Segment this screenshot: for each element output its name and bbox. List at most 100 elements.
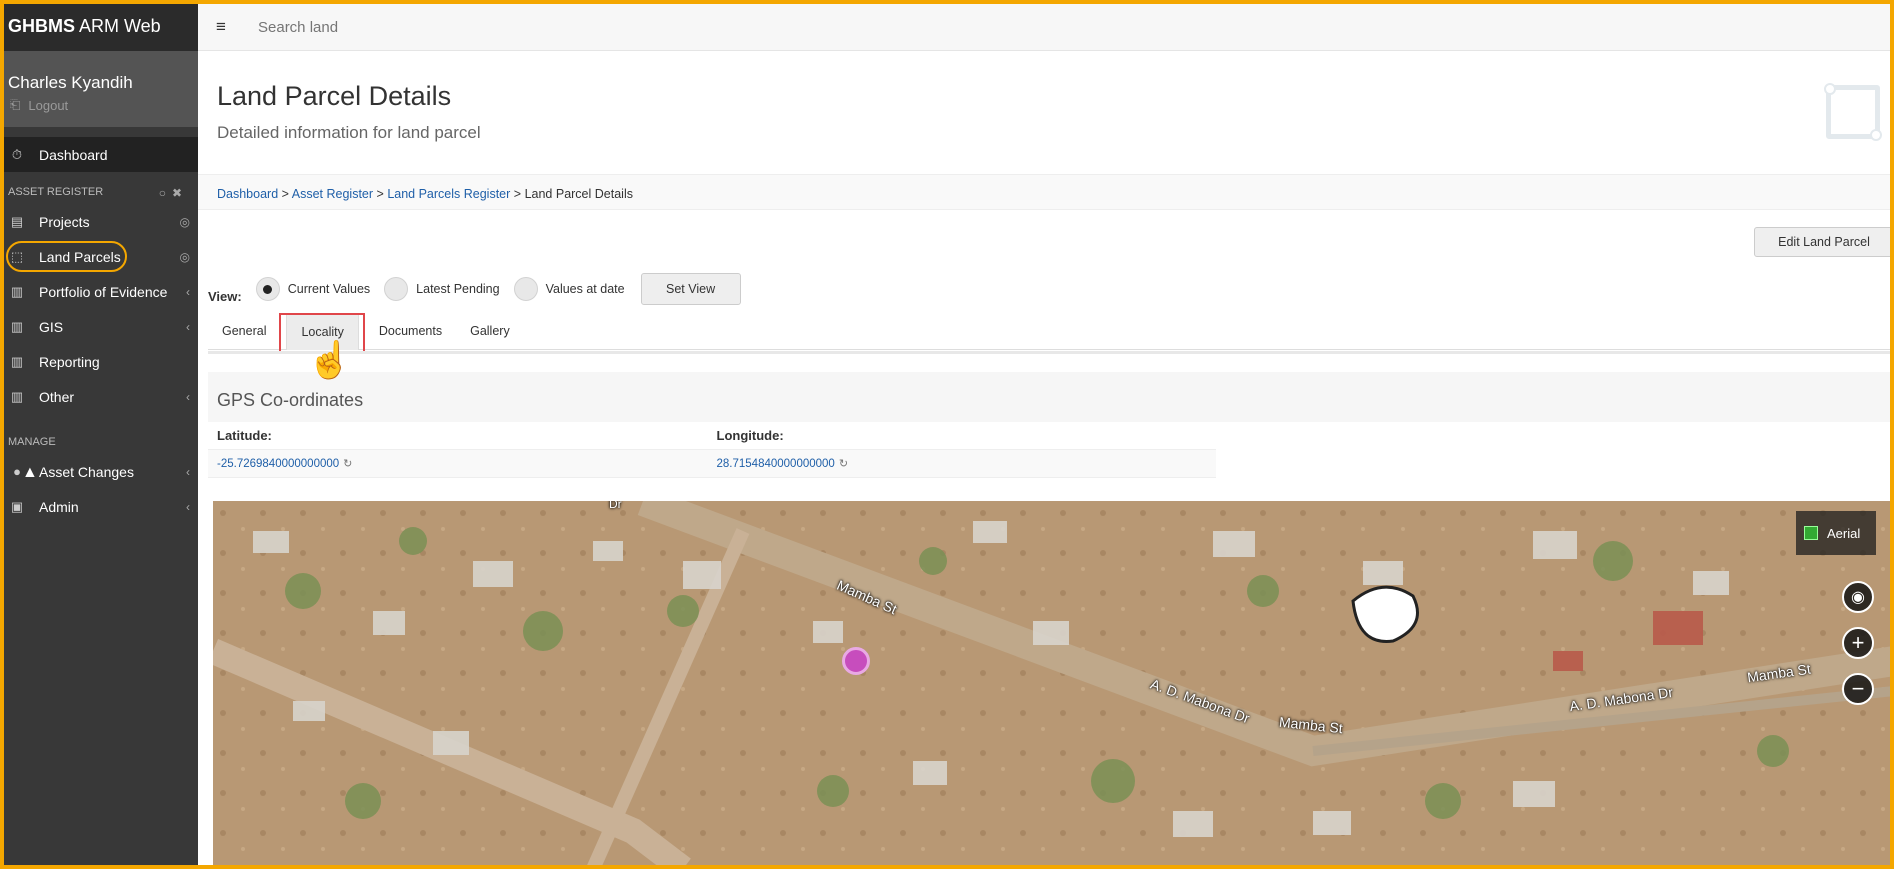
- map-layer-switch[interactable]: Aerial: [1796, 511, 1876, 555]
- sidebar-item-portfolio[interactable]: ▥ Portfolio of Evidence ‹: [4, 274, 198, 309]
- page-subtitle: Detailed information for land parcel: [217, 123, 481, 142]
- globe-icon[interactable]: ◎: [180, 215, 190, 229]
- lightbulb-icon[interactable]: ○: [159, 186, 172, 200]
- tab-bar: General Locality Documents Gallery: [208, 314, 1890, 350]
- street-label: Dr: [609, 501, 622, 511]
- plus-icon: +: [1851, 630, 1865, 655]
- sidebar-item-label: Other: [39, 388, 75, 405]
- sidebar-item-reporting[interactable]: ▥ Reporting: [4, 344, 198, 379]
- table-row: -25.7269840000000000 ↻ 28.715484000000000…: [208, 450, 1216, 478]
- globe-icon[interactable]: ◎: [180, 250, 190, 264]
- sidebar-item-dashboard[interactable]: ⏱ Dashboard: [4, 137, 198, 172]
- longitude-cell: 28.7154840000000000 ↻: [717, 457, 1217, 470]
- minus-icon: −: [1851, 676, 1865, 701]
- section-asset-register: ASSET REGISTER ○✖: [4, 172, 198, 204]
- radio-selected-dot: [263, 284, 273, 294]
- top-bar: ≡: [198, 4, 1890, 51]
- book-icon: ▥: [10, 353, 24, 369]
- sidebar-item-projects[interactable]: ▤ Projects ◎: [4, 204, 198, 239]
- hand-cursor-icon: ☝: [307, 339, 352, 380]
- sidebar-item-label: Projects: [39, 213, 90, 230]
- clipboard-icon: ▣: [10, 498, 24, 514]
- page-header: Land Parcel Details Detailed information…: [198, 51, 1890, 175]
- longitude-label: Longitude:: [716, 428, 784, 443]
- aerial-map[interactable]: Dr Mamba St A. D. Mabona Dr Mamba St A. …: [213, 501, 1890, 865]
- breadcrumb-separator: >: [513, 187, 522, 201]
- edit-land-parcel-button[interactable]: Edit Land Parcel: [1754, 227, 1890, 257]
- brand-rest: ARM Web: [75, 16, 161, 36]
- radio-label: Values at date: [545, 282, 625, 296]
- sidebar-item-other[interactable]: ▥ Other ‹: [4, 379, 198, 414]
- highlight-circle: [6, 241, 127, 272]
- gps-heading: GPS Co-ordinates: [208, 372, 1890, 422]
- gps-table: Latitude: Longitude: -25.726984000000000…: [208, 422, 1216, 478]
- map-imagery: [213, 501, 1890, 865]
- sidebar-item-gis[interactable]: ▥ GIS ‹: [4, 309, 198, 344]
- tools-icon[interactable]: ✖: [172, 186, 188, 200]
- view-selector: View: Current Values Latest Pending Valu…: [208, 272, 741, 306]
- logout-icon: ⎗: [10, 97, 21, 112]
- set-view-button[interactable]: Set View: [640, 273, 741, 305]
- target-icon: ◉: [1851, 589, 1865, 606]
- tab-gallery[interactable]: Gallery: [456, 314, 524, 350]
- table-row: Latitude: Longitude:: [208, 422, 1216, 450]
- sidebar-item-label: Reporting: [39, 353, 100, 370]
- locate-me-button[interactable]: ◉: [1842, 581, 1874, 613]
- breadcrumb-separator: >: [281, 187, 289, 201]
- tab-documents[interactable]: Documents: [365, 314, 456, 350]
- user-name: Charles Kyandih: [8, 73, 133, 92]
- breadcrumb: Dashboard > Asset Register > Land Parcel…: [198, 175, 1890, 210]
- breadcrumb-land-parcels-register[interactable]: Land Parcels Register: [387, 187, 510, 201]
- section-manage: MANAGE: [4, 422, 198, 454]
- latitude-cell: -25.7269840000000000 ↻: [217, 457, 717, 470]
- breadcrumb-separator: >: [376, 187, 384, 201]
- chevron-left-icon: ‹: [186, 464, 190, 479]
- sidebar-item-label: GIS: [39, 318, 64, 335]
- hamburger-icon[interactable]: ≡: [216, 17, 246, 37]
- sidebar-item-label: Admin: [39, 498, 79, 515]
- longitude-value[interactable]: 28.7154840000000000: [717, 458, 835, 470]
- tab-general[interactable]: General: [208, 314, 280, 350]
- section-tools: ○✖: [159, 186, 188, 200]
- aerial-icon: [1804, 526, 1818, 540]
- sidebar-item-label: Dashboard: [39, 146, 108, 163]
- sidebar-item-label: Asset Changes: [39, 463, 134, 480]
- parcel-large-icon: [1824, 83, 1882, 141]
- breadcrumb-dashboard[interactable]: Dashboard: [217, 187, 278, 201]
- sidebar-item-admin[interactable]: ▣ Admin ‹: [4, 489, 198, 524]
- sidebar-item-land-parcels[interactable]: ⬚ Land Parcels ◎: [4, 239, 198, 274]
- latitude-value[interactable]: -25.7269840000000000: [217, 458, 339, 470]
- sidebar: GHBMS ARM Web Charles Kyandih ⎗ Logout ⏱…: [4, 4, 198, 865]
- zoom-in-button[interactable]: +: [1842, 627, 1874, 659]
- zoom-out-button[interactable]: −: [1842, 673, 1874, 705]
- breadcrumb-current: Land Parcel Details: [524, 187, 633, 201]
- radio-values-at-date[interactable]: [513, 277, 538, 301]
- section-label: ASSET REGISTER: [8, 186, 104, 198]
- stopwatch-icon: ⏱: [11, 146, 23, 162]
- book-icon: ▥: [10, 318, 24, 334]
- app-brand[interactable]: GHBMS ARM Web: [4, 4, 198, 51]
- refresh-icon[interactable]: ↻: [839, 458, 848, 470]
- chevron-left-icon: ‹: [186, 389, 190, 404]
- logout-link[interactable]: ⎗ Logout: [8, 97, 194, 113]
- refresh-icon[interactable]: ↻: [343, 458, 352, 470]
- radio-label: Latest Pending: [416, 282, 500, 296]
- book-icon: ▥: [10, 388, 24, 404]
- user-panel: Charles Kyandih ⎗ Logout: [4, 51, 198, 127]
- location-marker[interactable]: [842, 647, 870, 675]
- book-icon: ▥: [10, 283, 24, 299]
- brand-bold: GHBMS: [8, 16, 75, 36]
- chevron-left-icon: ‹: [186, 284, 190, 299]
- view-label: View:: [208, 288, 242, 304]
- logout-label: Logout: [28, 97, 69, 113]
- radio-latest-pending[interactable]: [384, 277, 409, 301]
- radio-label: Current Values: [287, 282, 371, 296]
- building-icon: ▤: [10, 213, 24, 229]
- map-layer-label: Aerial: [1827, 525, 1861, 541]
- search-input[interactable]: [258, 18, 558, 36]
- sidebar-item-label: Portfolio of Evidence: [39, 283, 168, 300]
- app-window: GHBMS ARM Web Charles Kyandih ⎗ Logout ⏱…: [4, 4, 1890, 865]
- latitude-label: Latitude:: [217, 428, 272, 443]
- radio-current-values[interactable]: [255, 277, 280, 301]
- breadcrumb-asset-register[interactable]: Asset Register: [292, 187, 373, 201]
